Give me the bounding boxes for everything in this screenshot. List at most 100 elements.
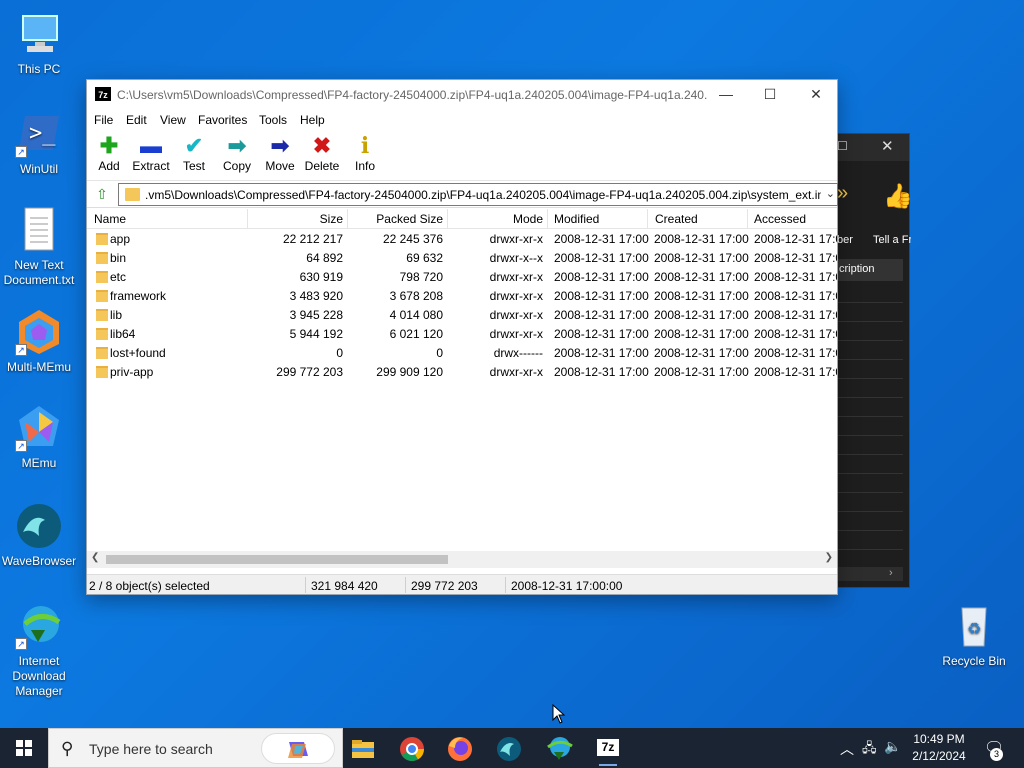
desktop-icon-winutil[interactable]: >_ ↗ WinUtil [1, 110, 77, 177]
copy-label: Copy [222, 159, 251, 173]
item-modified: 2008-12-31 17:00 [554, 327, 649, 341]
delete-button[interactable]: ✖ Delete [300, 133, 344, 173]
add-button[interactable]: ✚ Add [87, 133, 131, 173]
item-size: 64 892 [306, 251, 343, 265]
column-header-name[interactable]: Name [94, 212, 126, 226]
ribbon-label[interactable]: Tell a Fr [873, 234, 911, 246]
item-created: 2008-12-31 17:00 [654, 308, 749, 322]
background-window[interactable]: ☐ ✕ » 👍 ber Tell a Fr cription › [832, 133, 913, 588]
desktop-icon-wavebrowser[interactable]: WaveBrowser [1, 502, 77, 569]
taskbar-wavebrowser[interactable] [490, 732, 528, 766]
folder-icon [96, 309, 108, 321]
chevron-up-icon[interactable]: ︿ [840, 739, 854, 759]
column-header-packed-size[interactable]: Packed Size [363, 212, 443, 226]
list-item[interactable]: lib64 5 944 192 6 021 120 drwxr-xr-x 200… [87, 324, 837, 343]
taskbar-7zip[interactable]: 7z [589, 732, 627, 766]
computer-icon [15, 10, 63, 58]
chevron-down-icon[interactable]: ⌄ [826, 187, 835, 200]
7zip-icon: 7z [597, 739, 619, 756]
chevron-right-icon[interactable]: › [889, 567, 893, 579]
list-item[interactable]: app 22 212 217 22 245 376 drwxr-xr-x 200… [87, 229, 837, 248]
desktop-icon-new-text-document[interactable]: New Text Document.txt [1, 206, 77, 288]
column-header-mode[interactable]: Mode [467, 212, 543, 226]
item-name: app [110, 232, 131, 246]
menu-file[interactable]: File [94, 113, 113, 127]
item-accessed: 2008-12-31 17:0 [754, 346, 837, 360]
info-button[interactable]: i Info [343, 133, 387, 173]
desktop-icon-this-pc[interactable]: This PC [1, 10, 77, 77]
list-item[interactable]: priv-app 299 772 203 299 909 120 drwxr-x… [87, 362, 837, 381]
mouse-cursor-icon [552, 704, 566, 724]
toolbar: ✚ Add ▬ Extract ✔ Test ➡ Copy ➡ Move ✖ D… [87, 131, 837, 181]
scrollbar-thumb[interactable] [106, 555, 448, 564]
move-button[interactable]: ➡ Move [258, 133, 302, 173]
list-item[interactable]: etc 630 919 798 720 drwxr-xr-x 2008-12-3… [87, 267, 837, 286]
folder-icon [125, 188, 140, 201]
desktop-icon-memu[interactable]: ↗ MEmu [1, 404, 77, 471]
extract-button[interactable]: ▬ Extract [129, 133, 173, 173]
thumbs-up-icon: 👍 [883, 183, 913, 210]
item-packed-size: 798 720 [399, 270, 443, 284]
file-list[interactable]: Name Size Packed Size Mode Modified Crea… [87, 209, 837, 551]
info-label: Info [354, 159, 375, 173]
titlebar[interactable]: 7z C:\Users\vm5\Downloads\Compressed\FP4… [87, 80, 837, 109]
volume-muted-icon[interactable]: 🔈 [884, 738, 901, 755]
taskbar-internet-download-manager[interactable] [540, 732, 578, 766]
copilot-button[interactable] [261, 733, 335, 764]
maximize-icon[interactable]: ☐ [837, 139, 848, 153]
background-scrollbar[interactable]: › [833, 567, 903, 581]
powershell-icon: >_ ↗ [15, 110, 63, 158]
menu-favorites[interactable]: Favorites [198, 113, 247, 127]
taskbar-file-explorer[interactable] [344, 732, 382, 766]
address-field[interactable]: .vm5\Downloads\Compressed\FP4-factory-24… [118, 183, 838, 206]
ribbon-label[interactable]: ber [837, 234, 859, 246]
copy-icon: ➡ [227, 133, 247, 158]
item-size: 299 772 203 [276, 365, 343, 379]
desktop-icon-multi-memu[interactable]: ↗ Multi-MEmu [1, 308, 77, 375]
close-icon[interactable]: ✕ [881, 137, 894, 155]
menu-tools[interactable]: Tools [259, 113, 287, 127]
up-folder-button[interactable]: ⇧ [93, 185, 111, 203]
start-button[interactable] [0, 728, 48, 768]
desktop-icon-label: New Text Document.txt [3, 258, 75, 287]
chevron-left-icon[interactable]: ❮ [91, 552, 99, 563]
menu-edit[interactable]: Edit [126, 113, 147, 127]
taskbar-search[interactable]: ⚲ Type here to search [48, 728, 343, 768]
test-button[interactable]: ✔ Test [172, 133, 216, 173]
menu-view[interactable]: View [160, 113, 186, 127]
maximize-button[interactable]: ☐ [747, 80, 793, 109]
notification-center-button[interactable]: 🗨 3 [976, 728, 1012, 768]
item-accessed: 2008-12-31 17:0 [754, 308, 837, 322]
status-packed-size: 299 772 203 [411, 579, 478, 593]
column-header-accessed[interactable]: Accessed [754, 212, 806, 226]
taskbar-firefox[interactable] [441, 732, 479, 766]
taskbar-chrome[interactable] [393, 732, 431, 766]
list-item[interactable]: lost+found 0 0 drwx------ 2008-12-31 17:… [87, 343, 837, 362]
copy-button[interactable]: ➡ Copy [215, 133, 259, 173]
menu-help[interactable]: Help [300, 113, 325, 127]
desktop-icon-recycle-bin[interactable]: ♻ Recycle Bin [936, 602, 1012, 669]
column-header-modified[interactable]: Modified [554, 212, 599, 226]
column-header-size[interactable]: Size [287, 212, 343, 226]
list-item[interactable]: lib 3 945 228 4 014 080 drwxr-xr-x 2008-… [87, 305, 837, 324]
search-icon: ⚲ [61, 739, 74, 758]
taskbar: ⚲ Type here to search 7z ︿ 🖧 🔈 10:49 PM … [0, 728, 1024, 768]
extract-icon: ▬ [140, 133, 162, 158]
taskbar-clock[interactable]: 10:49 PM 2/12/2024 [906, 731, 972, 765]
desktop-icon-idm[interactable]: ↗ Internet Download Manager [1, 602, 77, 699]
folder-icon [96, 271, 108, 283]
horizontal-scrollbar[interactable]: ❮ ❯ [87, 551, 837, 568]
network-icon[interactable]: 🖧 [862, 739, 877, 761]
close-button[interactable]: ✕ [793, 80, 839, 109]
background-column-header[interactable]: cription [833, 259, 903, 281]
chevron-right-icon[interactable]: ❯ [825, 552, 833, 563]
text-file-icon [15, 206, 63, 254]
list-item[interactable]: framework 3 483 920 3 678 208 drwxr-xr-x… [87, 286, 837, 305]
list-item[interactable]: bin 64 892 69 632 drwxr-x--x 2008-12-31 … [87, 248, 837, 267]
minimize-button[interactable]: — [703, 80, 749, 109]
column-header-created[interactable]: Created [655, 212, 698, 226]
move-icon: ➡ [270, 133, 290, 158]
7zip-window[interactable]: 7z C:\Users\vm5\Downloads\Compressed\FP4… [86, 79, 838, 595]
windows-icon [16, 740, 32, 756]
status-date: 2008-12-31 17:00:00 [511, 579, 623, 593]
